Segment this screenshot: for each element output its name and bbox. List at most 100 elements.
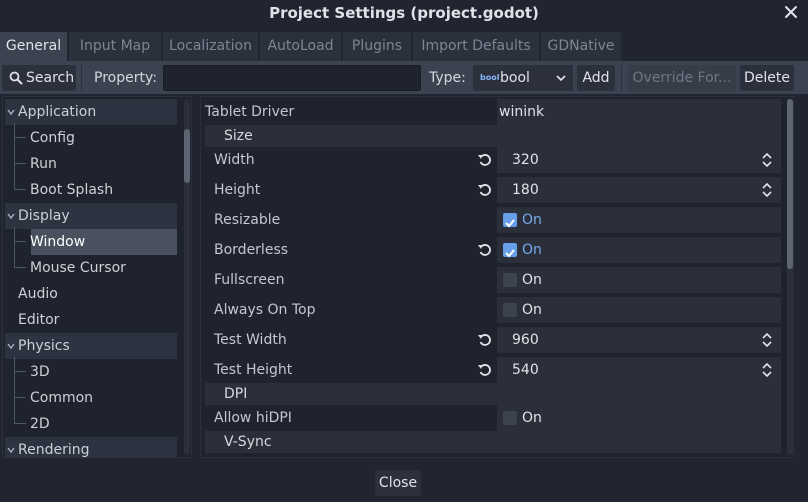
tree-connector [14, 357, 15, 423]
revert-icon[interactable] [477, 152, 493, 168]
chevron-down-icon [556, 75, 566, 82]
tab-localization[interactable]: Localization [163, 32, 258, 61]
tab-autoload[interactable]: AutoLoad [260, 32, 341, 61]
tab-gdnative[interactable]: GDNative [541, 32, 621, 61]
revert-icon[interactable] [477, 242, 493, 258]
width-spinbox[interactable]: 320 [497, 147, 781, 173]
tablet-driver-field[interactable]: winink [497, 99, 781, 125]
checkbox-label: On [522, 212, 542, 228]
checkbox-checked-icon [503, 213, 517, 228]
property-label: Allow hiDPI [214, 410, 292, 426]
tree-connector [14, 423, 26, 424]
category-label: Size [224, 128, 253, 144]
tree-item-display[interactable]: Display [18, 203, 70, 229]
tab-input-map[interactable]: Input Map [69, 32, 161, 61]
collapse-arrow-icon[interactable] [7, 343, 15, 349]
tab-general[interactable]: General [0, 32, 67, 61]
property-row-fullscreen: Fullscreen On [205, 265, 781, 295]
property-inspector: Tablet Driver winink Size Width 320 Heig… [200, 96, 794, 458]
search-button[interactable]: Search [2, 65, 76, 91]
checkbox-label: On [522, 242, 542, 258]
tree-item-editor[interactable]: Editor [18, 307, 59, 333]
tree-connector [14, 189, 26, 190]
tree-item-3d[interactable]: 3D [30, 359, 50, 385]
always-on-top-checkbox[interactable]: On [497, 297, 781, 323]
tree-item-rendering[interactable]: Rendering [18, 437, 90, 457]
tree-item-mouse-cursor[interactable]: Mouse Cursor [30, 255, 126, 281]
window-title: Project Settings (project.godot) [269, 4, 539, 22]
tree-scrollbar-thumb[interactable] [184, 129, 190, 183]
revert-icon[interactable] [477, 332, 493, 348]
revert-icon[interactable] [477, 182, 493, 198]
override-for-button[interactable]: Override For... [628, 65, 736, 91]
resizable-checkbox[interactable]: On [497, 207, 781, 233]
property-label: Always On Top [214, 302, 316, 318]
tree-connector [14, 241, 26, 242]
spin-arrows-icon[interactable] [761, 152, 773, 168]
checkbox-label: On [522, 272, 542, 288]
category-dpi[interactable]: DPI [205, 383, 781, 405]
bool-type-icon: bool [480, 73, 500, 82]
property-label: Property: [94, 70, 157, 86]
checkbox-label: On [522, 302, 542, 318]
property-row-tablet-driver: Tablet Driver winink [205, 97, 781, 127]
tree-item-physics[interactable]: Physics [18, 333, 70, 359]
inspector-scrollbar-thumb[interactable] [787, 99, 793, 269]
toolbar-separator [621, 65, 622, 91]
tab-import-defaults[interactable]: Import Defaults [413, 32, 539, 61]
fullscreen-checkbox[interactable]: On [497, 267, 781, 293]
tree-item-config[interactable]: Config [30, 125, 75, 151]
tree-item-application[interactable]: Application [18, 99, 96, 125]
tree-item-common[interactable]: Common [30, 385, 93, 411]
test-width-spinbox[interactable]: 960 [497, 327, 781, 353]
property-label: Test Height [214, 362, 293, 378]
delete-button[interactable]: Delete [740, 65, 794, 91]
tree-item-audio[interactable]: Audio [18, 281, 58, 307]
type-value: bool [500, 70, 530, 86]
collapse-arrow-icon[interactable] [7, 447, 15, 453]
test-height-spinbox[interactable]: 540 [497, 357, 781, 383]
height-value: 180 [512, 182, 539, 198]
tree-item-boot-splash[interactable]: Boot Splash [30, 177, 113, 203]
height-spinbox[interactable]: 180 [497, 177, 781, 203]
tree-item-2d[interactable]: 2D [30, 411, 50, 437]
property-label: Resizable [214, 212, 281, 228]
tree-item-window[interactable]: Window [30, 229, 85, 255]
collapse-arrow-icon[interactable] [7, 109, 15, 115]
type-label: Type: [429, 70, 466, 86]
property-row-height: Height 180 [205, 175, 781, 205]
collapse-arrow-icon[interactable] [7, 213, 15, 219]
tab-plugins[interactable]: Plugins [343, 32, 411, 61]
search-icon [9, 71, 23, 85]
tree-connector [14, 397, 26, 398]
category-vsync[interactable]: V-Sync [205, 431, 781, 453]
close-button[interactable]: Close [375, 470, 421, 496]
checkbox-label: On [522, 410, 542, 426]
checkbox-unchecked-icon [503, 273, 517, 287]
property-label: Test Width [214, 332, 287, 348]
property-row-allow-hidpi: Allow hiDPI On [205, 403, 781, 433]
search-label: Search [26, 70, 75, 86]
spin-arrows-icon[interactable] [761, 362, 773, 378]
spin-arrows-icon[interactable] [761, 182, 773, 198]
close-icon[interactable] [781, 2, 801, 22]
allow-hidpi-checkbox[interactable]: On [497, 405, 781, 431]
property-label: Fullscreen [214, 272, 285, 288]
category-label: V-Sync [224, 434, 272, 450]
category-size[interactable]: Size [205, 125, 781, 147]
property-row-width: Width 320 [205, 145, 781, 175]
tree-scrollbar[interactable] [184, 99, 190, 455]
checkbox-unchecked-icon [503, 411, 517, 425]
tree-item-run[interactable]: Run [30, 151, 57, 177]
spin-arrows-icon[interactable] [761, 332, 773, 348]
tree-connector [14, 267, 26, 268]
add-button[interactable]: Add [577, 65, 615, 91]
inspector-scrollbar[interactable] [787, 99, 793, 455]
test-width-value: 960 [512, 332, 539, 348]
revert-icon[interactable] [477, 362, 493, 378]
property-label: Tablet Driver [205, 104, 295, 120]
property-input[interactable] [163, 65, 421, 91]
type-dropdown[interactable]: bool bool [473, 65, 573, 91]
borderless-checkbox[interactable]: On [497, 237, 781, 263]
property-row-test-height: Test Height 540 [205, 355, 781, 385]
